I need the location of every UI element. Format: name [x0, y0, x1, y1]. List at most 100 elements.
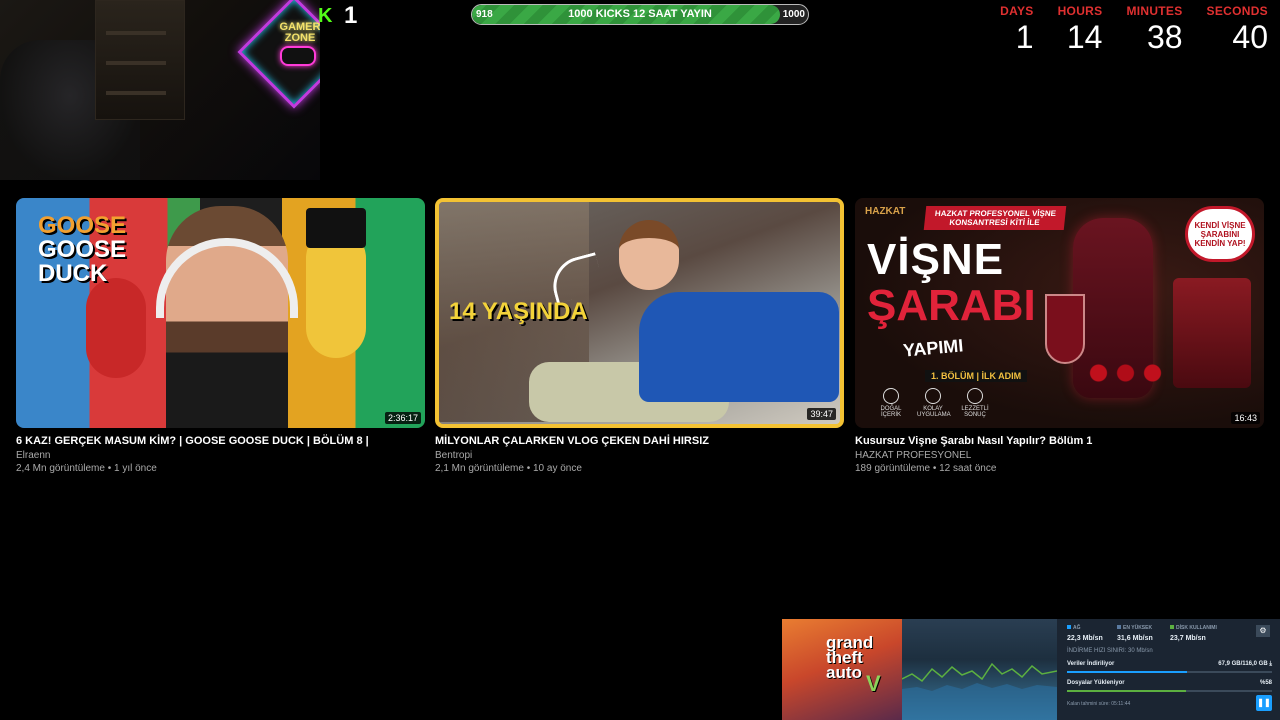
stat-peak: EN YÜKSEK 31,6 Mb/sn	[1117, 625, 1153, 642]
files-progress-bar	[1067, 690, 1272, 692]
video-thumbnail[interactable]: GOOSE GOOSE DUCK 2:36:17	[16, 198, 425, 428]
network-dot-icon	[1067, 625, 1071, 629]
countdown-label: MINUTES	[1126, 4, 1183, 18]
video-card[interactable]: GOOSE GOOSE DUCK 2:36:17 6 KAZ! GERÇEK M…	[16, 198, 425, 474]
countdown-days: DAYS 1	[1000, 4, 1033, 54]
feature-label: KOLAY UYGULAMA	[917, 406, 951, 418]
game-logo: grand theft auto	[826, 633, 874, 682]
video-card[interactable]: HAZKAT HAZKAT PROFESYONEL VİŞNE KONSANTR…	[855, 198, 1264, 474]
thumbnail-title-line3: YAPIMI	[902, 335, 965, 361]
countdown-value: 14	[1066, 19, 1103, 55]
downloading-progress-fill	[1067, 671, 1187, 673]
pause-button[interactable]: ❚❚	[1256, 695, 1272, 711]
disk-dot-icon	[1170, 625, 1174, 629]
neon-sign-text: GAMER ZONE	[279, 21, 320, 44]
video-duration: 16:43	[1231, 412, 1260, 424]
stat-value: 23,7 Mb/sn	[1170, 635, 1206, 642]
countdown-value: 40	[1232, 19, 1268, 55]
thumbnail-text-line: DUCK	[38, 260, 108, 287]
countdown-value: 1	[1015, 19, 1034, 55]
game-artwork: grand theft auto V	[782, 619, 902, 720]
video-channel[interactable]: HAZKAT PROFESYONEL	[855, 450, 1264, 461]
thumbs-up-icon	[925, 388, 941, 404]
thumbnail-person-head	[619, 220, 679, 290]
thumbnail-title: GOOSE GOOSE DUCK	[38, 214, 126, 286]
countdown-label: SECONDS	[1206, 4, 1268, 18]
stat-label: EN YÜKSEK	[1123, 625, 1153, 631]
stat-label: AĞ	[1073, 625, 1081, 631]
files-value: %58	[1259, 680, 1272, 686]
stat-value: 22,3 Mb/sn	[1067, 635, 1103, 642]
goal-current: 918	[476, 9, 493, 20]
countdown-hours: HOURS 14	[1058, 4, 1103, 54]
video-title[interactable]: Kusursuz Vişne Şarabı Nasıl Yapılır? Böl…	[855, 434, 1264, 448]
countdown-value: 38	[1146, 19, 1183, 55]
files-progress-fill	[1067, 690, 1186, 692]
thumbnail-top-hat	[306, 208, 366, 248]
leaf-icon	[883, 388, 899, 404]
downloading-value: 67,9 GB/116,0 GB ⤓	[1218, 661, 1272, 668]
steam-download-widget: grand theft auto V AĞ 22,3 Mb/sn EN YÜKS…	[782, 619, 1280, 720]
downloading-label: Veriler İndiriliyor	[1067, 661, 1115, 667]
countdown-label: DAYS	[1000, 4, 1034, 18]
countdown-label: HOURS	[1057, 4, 1103, 18]
webcam-feed: GAMER ZONE	[0, 0, 320, 180]
thumbnail-person	[639, 292, 839, 402]
thumbnail-duck-red	[86, 278, 146, 378]
downloading-progress-bar	[1067, 671, 1272, 673]
download-graph-line	[902, 662, 1057, 720]
downloading-size: 67,9 GB/116,0 GB	[1218, 661, 1268, 667]
thumbnail-title: 14 YAŞINDA	[449, 298, 588, 325]
webcam-shelf	[95, 0, 185, 120]
stat-network: AĞ 22,3 Mb/sn	[1067, 625, 1103, 642]
download-icon: ⤓	[1269, 661, 1272, 667]
video-title[interactable]: MİLYONLAR ÇALARKEN VLOG ÇEKEN DAHİ HIRSI…	[435, 434, 844, 448]
countdown-timer: DAYS 1 HOURS 14 MINUTES 38 SECONDS 40	[1000, 4, 1268, 54]
wine-glass-icon	[967, 388, 983, 404]
downloading-row: Veriler İndiriliyor 67,9 GB/116,0 GB ⤓	[1067, 661, 1272, 673]
wine-glass	[1045, 294, 1085, 364]
stat-disk: DİSK KULLANIMI 23,7 Mb/sn	[1170, 625, 1217, 642]
stat-value: 31,6 Mb/sn	[1117, 635, 1153, 642]
video-title[interactable]: 6 KAZ! GERÇEK MASUM KİM? | GOOSE GOOSE D…	[16, 434, 425, 448]
eta-text: Kalan tahmini süre: 05:11:44	[1067, 701, 1131, 707]
video-thumbnail[interactable]: 14 YAŞINDA 39:47	[435, 198, 844, 428]
thumbnail-text-line: GOOSE	[38, 212, 127, 239]
thumbnail-banner: HAZKAT PROFESYONEL VİŞNE KONSANTRESİ KİT…	[923, 206, 1067, 230]
feature-item: KOLAY UYGULAMA	[917, 388, 951, 418]
thumbnail-title-line1: VİŞNE	[867, 235, 1005, 284]
video-meta: 2,1 Mn görüntüleme • 10 ay önce	[435, 463, 582, 474]
feature-item: DOĞAL İÇERİK	[875, 388, 907, 418]
feature-label: DOĞAL İÇERİK	[880, 406, 902, 418]
video-card[interactable]: 14 YAŞINDA 39:47 MİLYONLAR ÇALARKEN VLOG…	[435, 198, 844, 474]
concentrate-bucket	[1173, 278, 1251, 388]
video-meta: 2,4 Mn görüntüleme • 1 yıl önce	[16, 463, 157, 474]
kick-count: 1	[344, 2, 358, 29]
download-limit: İNDİRME HIZI SINIRI: 30 Mb/sn	[1067, 648, 1153, 654]
video-duration: 39:47	[807, 408, 836, 420]
feature-item: LEZZETLİ SONUÇ	[959, 388, 991, 418]
gear-icon[interactable]: ⚙	[1256, 625, 1270, 637]
files-label: Dosyalar Yükleniyor	[1067, 680, 1125, 686]
thumbnail-text-line: GOOSE	[38, 236, 127, 263]
game-logo-v: V	[866, 671, 881, 696]
cherries	[1085, 358, 1175, 388]
thumbnail-bubble: KENDİ VİŞNE ŞARABINI KENDİN YAP!	[1185, 206, 1255, 262]
video-thumbnail[interactable]: HAZKAT HAZKAT PROFESYONEL VİŞNE KONSANTR…	[855, 198, 1264, 428]
countdown-seconds: SECONDS 40	[1207, 4, 1268, 54]
goal-progress-bar: 1000 KICKS 12 SAAT YAYIN 918 1000	[471, 4, 809, 25]
video-channel[interactable]: Bentropi	[435, 450, 844, 461]
neon-gamepad-icon	[280, 46, 316, 66]
video-channel[interactable]: Elraenn	[16, 450, 425, 461]
video-meta: 189 görüntüleme • 12 saat önce	[855, 463, 997, 474]
thumbnail-title-line2: ŞARABI	[867, 281, 1036, 330]
goal-target: 1000	[782, 9, 805, 20]
goal-label: 1000 KICKS 12 SAAT YAYIN	[568, 8, 712, 20]
countdown-minutes: MINUTES 38	[1126, 4, 1182, 54]
download-graph	[902, 619, 1057, 720]
peak-dot-icon	[1117, 625, 1121, 629]
thumbnail-brand: HAZKAT	[865, 206, 906, 217]
video-duration: 2:36:17	[384, 412, 421, 424]
download-stats: AĞ 22,3 Mb/sn EN YÜKSEK 31,6 Mb/sn DİSK …	[1067, 625, 1272, 715]
feature-label: LEZZETLİ SONUÇ	[961, 406, 989, 418]
